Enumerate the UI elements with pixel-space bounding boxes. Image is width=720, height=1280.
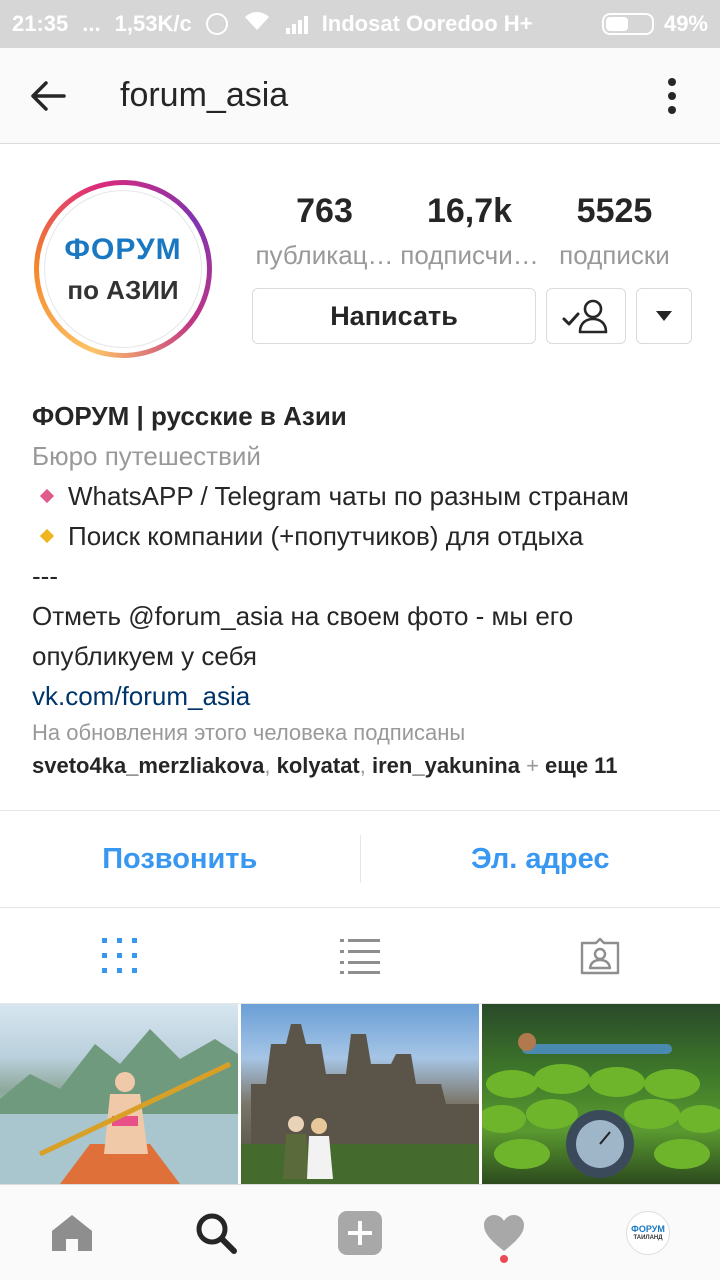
stat-posts-value: 763 (296, 192, 353, 230)
bottom-navigation: ФОРУМ ТАИЛАНД (0, 1184, 720, 1280)
bio-line-1: Отметь @forum_asia на своем фото - мы ег… (32, 601, 574, 631)
avatar-logo-line1: ФОРУМ (64, 232, 182, 266)
stat-followers[interactable]: 16,7k подписчи… (397, 188, 542, 271)
stat-following-label: подписки (559, 240, 670, 270)
mini-avatar-line1: ФОРУМ (631, 1224, 665, 1234)
stat-posts-label: публикац… (255, 240, 394, 270)
profile-bio: ФОРУМ | русские в Азии Бюро путешествий … (32, 396, 692, 716)
kayak-photo (0, 1029, 238, 1184)
more-options-button[interactable] (624, 48, 720, 144)
profile-tab-avatar: ФОРУМ ТАИЛАНД (626, 1210, 670, 1255)
wifi-icon (242, 10, 272, 38)
alarm-icon (205, 13, 228, 35)
nav-activity[interactable] (432, 1185, 576, 1280)
top-header: forum_asia (0, 48, 720, 144)
arrow-left-icon (31, 80, 66, 111)
tab-grid[interactable] (0, 908, 240, 1004)
stat-posts[interactable]: 763 публикац… (252, 188, 397, 271)
call-button[interactable]: Позвонить (0, 843, 360, 876)
contact-bar: Позвонить Эл. адрес (0, 810, 720, 908)
stat-followers-value: 16,7k (426, 192, 513, 230)
nav-profile[interactable]: ФОРУМ ТАИЛАНД (576, 1185, 720, 1280)
avatar: ФОРУМ по АЗИИ (44, 190, 202, 348)
follower-name[interactable]: kolyatat (277, 753, 360, 778)
notification-dot (500, 1254, 508, 1263)
profile-actions: Написать (252, 288, 692, 344)
status-dots: ... (82, 11, 101, 36)
stat-followers-label: подписчи… (400, 240, 539, 270)
followed-by-more[interactable]: еще 11 (545, 753, 617, 778)
list-icon (340, 938, 380, 974)
tab-list[interactable] (240, 908, 480, 1004)
temple-photo (241, 1024, 479, 1184)
battery-icon (601, 13, 654, 35)
profile-username: forum_asia (120, 76, 289, 114)
followed-by-title: На обновления этого человека подписаны (32, 720, 466, 745)
status-time: 21:35 (12, 11, 69, 36)
following-button[interactable] (546, 288, 626, 344)
followed-by-users: sveto4ka_merzliakova, kolyatat, iren_yak… (32, 753, 618, 778)
message-button[interactable]: Написать (252, 288, 536, 344)
yellow-diamond-icon (39, 528, 55, 544)
search-icon (196, 1213, 237, 1254)
profile-full-name: ФОРУМ | русские в Азии (32, 401, 347, 431)
email-button[interactable]: Эл. адрес (361, 843, 720, 876)
signal-icon (285, 14, 308, 34)
post-thumbnail[interactable] (482, 1004, 720, 1184)
bio-website-link[interactable]: vk.com/forum_asia (32, 676, 692, 716)
nav-add-post[interactable] (288, 1185, 432, 1280)
bananas-photo (482, 1033, 720, 1178)
profile-category: Бюро путешествий (32, 441, 261, 471)
post-thumbnail[interactable] (0, 1004, 238, 1184)
back-button[interactable] (0, 48, 96, 144)
bio-line-2: опубликуем у себя (32, 641, 257, 671)
bio-bullet-2-text: Поиск компании (+попутчиков) для отдыха (68, 521, 584, 551)
bio-bullet-2: Поиск компании (+попутчиков) для отдыха (32, 516, 692, 556)
nav-search[interactable] (144, 1185, 288, 1280)
tagged-user-icon (580, 937, 620, 974)
add-post-icon (338, 1210, 382, 1255)
avatar-logo-line2: по АЗИИ (67, 274, 179, 305)
suggestions-dropdown-button[interactable] (636, 288, 692, 344)
heart-icon (484, 1214, 524, 1251)
posts-grid (0, 1004, 720, 1184)
status-battery: 49% (663, 11, 708, 36)
status-bar: 21:35 ... 1,53K/c Indosat Ooredoo H+ 49% (0, 0, 720, 48)
tab-tagged[interactable] (480, 908, 720, 1004)
pink-diamond-icon (39, 488, 55, 504)
bio-bullet-1: WhatsAPP / Telegram чаты по разным стран… (32, 476, 692, 516)
followed-by[interactable]: На обновления этого человека подписаны s… (32, 718, 692, 782)
avatar-story-ring[interactable]: ФОРУМ по АЗИИ (34, 180, 212, 358)
stat-following[interactable]: 5525 подписки (542, 188, 687, 271)
grid-icon (102, 937, 137, 973)
home-icon (52, 1214, 92, 1251)
stat-following-value: 5525 (576, 192, 653, 230)
follower-name[interactable]: iren_yakunina (372, 753, 520, 778)
triangle-down-icon (656, 311, 672, 321)
profile-stats: 763 публикац… 16,7k подписчи… 5525 подпи… (252, 188, 688, 271)
mini-avatar-line2: ТАИЛАНД (633, 1235, 663, 1241)
bio-separator: --- (32, 561, 58, 591)
profile-view-tabs (0, 908, 720, 1004)
follower-name[interactable]: sveto4ka_merzliakova (32, 753, 264, 778)
user-check-icon (562, 299, 608, 334)
status-carrier: Indosat Ooredoo H+ (321, 11, 533, 36)
nav-home[interactable] (0, 1185, 144, 1280)
post-thumbnail[interactable] (241, 1004, 479, 1184)
status-speed: 1,53K/c (114, 11, 192, 36)
bio-bullet-1-text: WhatsAPP / Telegram чаты по разным стран… (68, 481, 629, 511)
